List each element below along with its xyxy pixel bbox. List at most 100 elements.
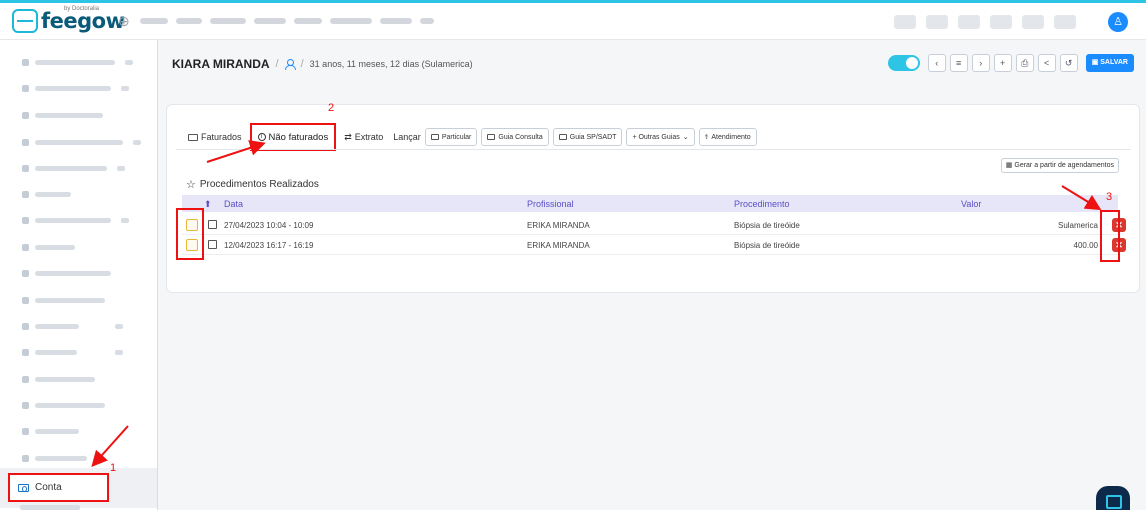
sidebar-item[interactable]	[22, 84, 129, 92]
user-avatar-icon[interactable]: ♙	[1108, 12, 1128, 32]
list-icon[interactable]: ≡	[949, 54, 968, 72]
sidebar-item[interactable]	[22, 322, 123, 330]
print-icon[interactable]: ⎙	[1015, 54, 1034, 72]
cash-icon	[18, 483, 29, 492]
button-label: Atendimento	[711, 133, 751, 141]
separator: /	[300, 58, 304, 70]
sidebar-item[interactable]	[22, 243, 75, 251]
table-row: 12/04/2023 16:17 - 16:19 ERIKA MIRANDA B…	[182, 235, 1126, 255]
patient-header: KIARA MIRANDA / / 31 anos, 11 meses, 12 …	[172, 57, 473, 71]
tab-label: Extrato	[354, 132, 384, 142]
cash-icon	[188, 133, 198, 141]
table-row: 27/04/2023 10:04 - 10:09 ERIKA MIRANDA B…	[182, 215, 1126, 235]
sidebar-item[interactable]	[22, 401, 105, 409]
plus-icon[interactable]: +	[993, 54, 1012, 72]
patient-name: KIARA MIRANDA	[172, 57, 270, 71]
highlight-checkboxes	[176, 208, 204, 260]
divider	[176, 149, 1131, 150]
cash-icon[interactable]	[208, 220, 217, 229]
particular-button[interactable]: Particular	[424, 128, 478, 146]
section-title: ☆ Procedimentos Realizados	[186, 178, 319, 191]
row-profissional: ERIKA MIRANDA	[527, 241, 590, 250]
header-valor: Valor	[961, 199, 982, 209]
row-data: 12/04/2023 16:17 - 16:19	[224, 241, 314, 250]
upload-icon[interactable]: ⬆	[204, 199, 212, 210]
gerar-agendamentos-button[interactable]: ▦ Gerar a partir de agendamentos	[1000, 158, 1119, 173]
chevron-down-icon: ⌄	[682, 134, 689, 141]
history-icon[interactable]: ↺	[1059, 54, 1078, 72]
tab-nao-faturados[interactable]: i Não faturados	[249, 123, 337, 151]
sidebar	[0, 40, 158, 510]
card-icon	[487, 134, 496, 140]
star-icon: ☆	[186, 179, 196, 191]
patient-toolbar: ‹ ≡ › + ⎙ < ↺ ▣ SALVAR	[887, 54, 1134, 72]
sidebar-item[interactable]	[22, 375, 95, 383]
tab-label: Não faturados	[268, 131, 329, 143]
lancar-label: Lançar	[393, 132, 421, 142]
person-icon[interactable]	[284, 58, 296, 70]
billing-tabs: Faturados i Não faturados ⇄ Extrato Lanç…	[184, 123, 757, 151]
row-valor: Sulamerica	[1057, 221, 1098, 230]
button-label: Guia Consulta	[498, 133, 543, 141]
cash-icon	[430, 134, 439, 140]
logo-text: feegow	[41, 9, 125, 33]
info-icon: i	[257, 133, 266, 141]
button-label: + Outras Guias	[632, 133, 680, 141]
chevron-left-icon[interactable]: ‹	[927, 54, 946, 72]
sidebar-item[interactable]	[22, 427, 79, 435]
sidebar-item[interactable]	[22, 164, 125, 172]
annotation-number: 2	[328, 102, 335, 114]
toggle-switch[interactable]	[887, 55, 920, 71]
sidebar-item[interactable]	[22, 454, 87, 462]
tab-label: Faturados	[201, 132, 242, 142]
stethoscope-icon: ⚕	[704, 134, 709, 141]
plus-icon[interactable]: ⊕	[118, 13, 130, 30]
calendar-icon: ▦	[1005, 162, 1013, 169]
sidebar-item[interactable]	[22, 216, 129, 224]
chevron-right-icon[interactable]: ›	[971, 54, 990, 72]
row-procedimento: Biópsia de tireóide	[734, 241, 800, 250]
sidebar-item[interactable]	[22, 138, 141, 146]
card-icon	[558, 134, 567, 140]
sidebar-item[interactable]	[20, 505, 80, 510]
row-procedimento: Biópsia de tireóide	[734, 221, 800, 230]
annotation-number: 3	[1106, 191, 1113, 203]
sidebar-item[interactable]	[22, 111, 103, 119]
patient-age: 31 anos, 11 meses, 12 dias (Sulamerica)	[309, 59, 473, 69]
top-icons-blurred[interactable]	[894, 15, 1076, 29]
guia-consulta-button[interactable]: Guia Consulta	[481, 128, 549, 146]
row-profissional: ERIKA MIRANDA	[527, 221, 590, 230]
row-valor: 400.00	[1073, 241, 1098, 250]
share-icon[interactable]: <	[1037, 54, 1056, 72]
feegow-logo[interactable]: feegow by Doctoralia	[12, 6, 125, 33]
section-title-text: Procedimentos Realizados	[199, 179, 319, 190]
top-nav-blurred[interactable]	[140, 18, 434, 24]
header-data: Data	[224, 199, 244, 209]
outras-guias-dropdown[interactable]: + Outras Guias ⌄	[626, 128, 695, 146]
table-header: ⬆ Data Profissional Procedimento Valor	[182, 195, 1118, 212]
logo-byline: by Doctoralia	[64, 6, 100, 12]
button-label: Gerar a partir de agendamentos	[1014, 162, 1114, 169]
sidebar-item[interactable]	[22, 190, 71, 198]
tab-extrato[interactable]: ⇄ Extrato	[340, 128, 387, 146]
sidebar-item-conta[interactable]: Conta	[8, 473, 109, 502]
sidebar-item[interactable]	[22, 348, 123, 356]
top-bar: feegow by Doctoralia ⊕ ♙	[0, 0, 1146, 40]
cash-icon[interactable]	[208, 240, 217, 249]
sidebar-item-label: Conta	[35, 482, 62, 493]
sidebar-item[interactable]	[22, 296, 105, 304]
header-procedimento: Procedimento	[734, 199, 790, 209]
atendimento-button[interactable]: ⚕ Atendimento	[698, 128, 757, 146]
chat-widget-icon[interactable]	[1096, 486, 1130, 510]
save-button[interactable]: ▣ SALVAR	[1085, 54, 1134, 72]
header-profissional: Profissional	[527, 199, 574, 209]
row-data: 27/04/2023 10:04 - 10:09	[224, 221, 314, 230]
button-label: Particular	[441, 133, 472, 141]
sidebar-item[interactable]	[22, 58, 133, 66]
sidebar-item[interactable]	[22, 269, 111, 277]
highlight-delete	[1100, 210, 1120, 262]
save-label: SALVAR	[1100, 59, 1128, 66]
separator: /	[275, 58, 279, 70]
guia-sp-sadt-button[interactable]: Guia SP/SADT	[552, 128, 623, 146]
tab-faturados[interactable]: Faturados	[184, 128, 246, 146]
